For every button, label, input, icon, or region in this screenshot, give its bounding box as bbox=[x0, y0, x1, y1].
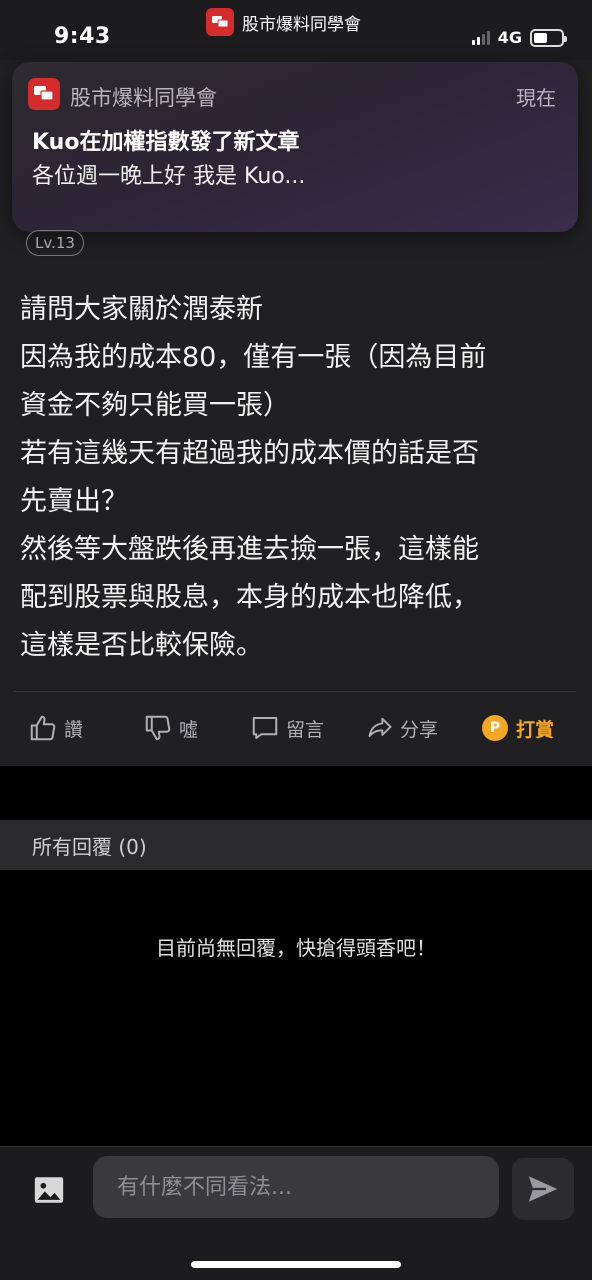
send-button[interactable] bbox=[512, 1158, 574, 1220]
post-line: 資金不夠只能買一張） bbox=[20, 390, 290, 421]
image-attach-button[interactable] bbox=[32, 1173, 66, 1207]
push-notification[interactable]: 股市爆料同學會 現在 Kuo在加權指數發了新文章 各位週一晚上好 我是 Kuo.… bbox=[12, 62, 578, 232]
back-app-label: 股市爆料同學會 bbox=[242, 14, 361, 35]
thumbs-down-icon bbox=[145, 715, 171, 741]
comment-composer bbox=[0, 1146, 592, 1280]
notification-body: 各位週一晚上好 我是 Kuo... bbox=[32, 164, 306, 189]
divider bbox=[14, 691, 576, 692]
battery-icon bbox=[530, 28, 567, 47]
notification-app-icon bbox=[28, 78, 60, 110]
coin-icon: P bbox=[482, 715, 508, 741]
post-line: 因為我的成本80，僅有一張（因為目前 bbox=[20, 342, 487, 373]
post-line: 配到股票與股息，本身的成本也降低， bbox=[20, 582, 479, 613]
back-to-app[interactable]: 股市爆料同學會 bbox=[206, 8, 361, 36]
post-action-bar: 讚 噓 留言 分享 P 打賞 bbox=[0, 700, 592, 756]
send-icon bbox=[528, 1176, 558, 1202]
tip-button[interactable]: P 打賞 bbox=[482, 715, 554, 742]
notification-title: Kuo在加權指數發了新文章 bbox=[32, 130, 300, 155]
user-level-badge: Lv.13 bbox=[26, 230, 84, 256]
tip-label: 打賞 bbox=[516, 718, 555, 741]
comment-label: 留言 bbox=[286, 718, 325, 741]
post-line: 然後等大盤跌後再進去撿一張，這樣能 bbox=[20, 534, 479, 565]
like-label: 讚 bbox=[64, 718, 84, 741]
app-icon bbox=[206, 8, 234, 36]
post-content: 請問大家關於潤泰新 因為我的成本80，僅有一張（因為目前 資金不夠只能買一張） … bbox=[20, 286, 576, 670]
replies-header: 所有回覆 (0) bbox=[0, 820, 592, 870]
signal-icon bbox=[471, 30, 492, 45]
home-indicator bbox=[191, 1261, 401, 1268]
comment-icon bbox=[252, 717, 278, 739]
comment-button[interactable]: 留言 bbox=[250, 713, 324, 743]
post-line: 這樣是否比較保險。 bbox=[20, 630, 263, 661]
status-time: 9:43 bbox=[54, 24, 111, 49]
status-indicators: 4G bbox=[471, 28, 567, 47]
post-line: 若有這幾天有超過我的成本價的話是否 bbox=[20, 438, 479, 469]
comment-input[interactable] bbox=[93, 1156, 499, 1218]
thumbs-up-icon bbox=[30, 715, 56, 741]
empty-replies-message: 目前尚無回覆，快搶得頭香吧！ bbox=[156, 936, 436, 960]
boo-button[interactable]: 噓 bbox=[143, 713, 198, 743]
post-line: 先賣出？ bbox=[20, 486, 128, 517]
notification-app-name: 股市爆料同學會 bbox=[70, 86, 217, 110]
notification-time: 現在 bbox=[516, 86, 556, 110]
like-button[interactable]: 讚 bbox=[28, 713, 83, 743]
share-label: 分享 bbox=[400, 718, 439, 741]
post-line: 請問大家關於潤泰新 bbox=[20, 294, 263, 325]
network-type: 4G bbox=[497, 28, 522, 47]
status-bar: 9:43 股市爆料同學會 4G bbox=[0, 0, 592, 60]
boo-label: 噓 bbox=[179, 718, 199, 741]
share-icon bbox=[368, 717, 392, 738]
image-icon bbox=[34, 1177, 64, 1203]
share-button[interactable]: 分享 bbox=[366, 714, 438, 742]
